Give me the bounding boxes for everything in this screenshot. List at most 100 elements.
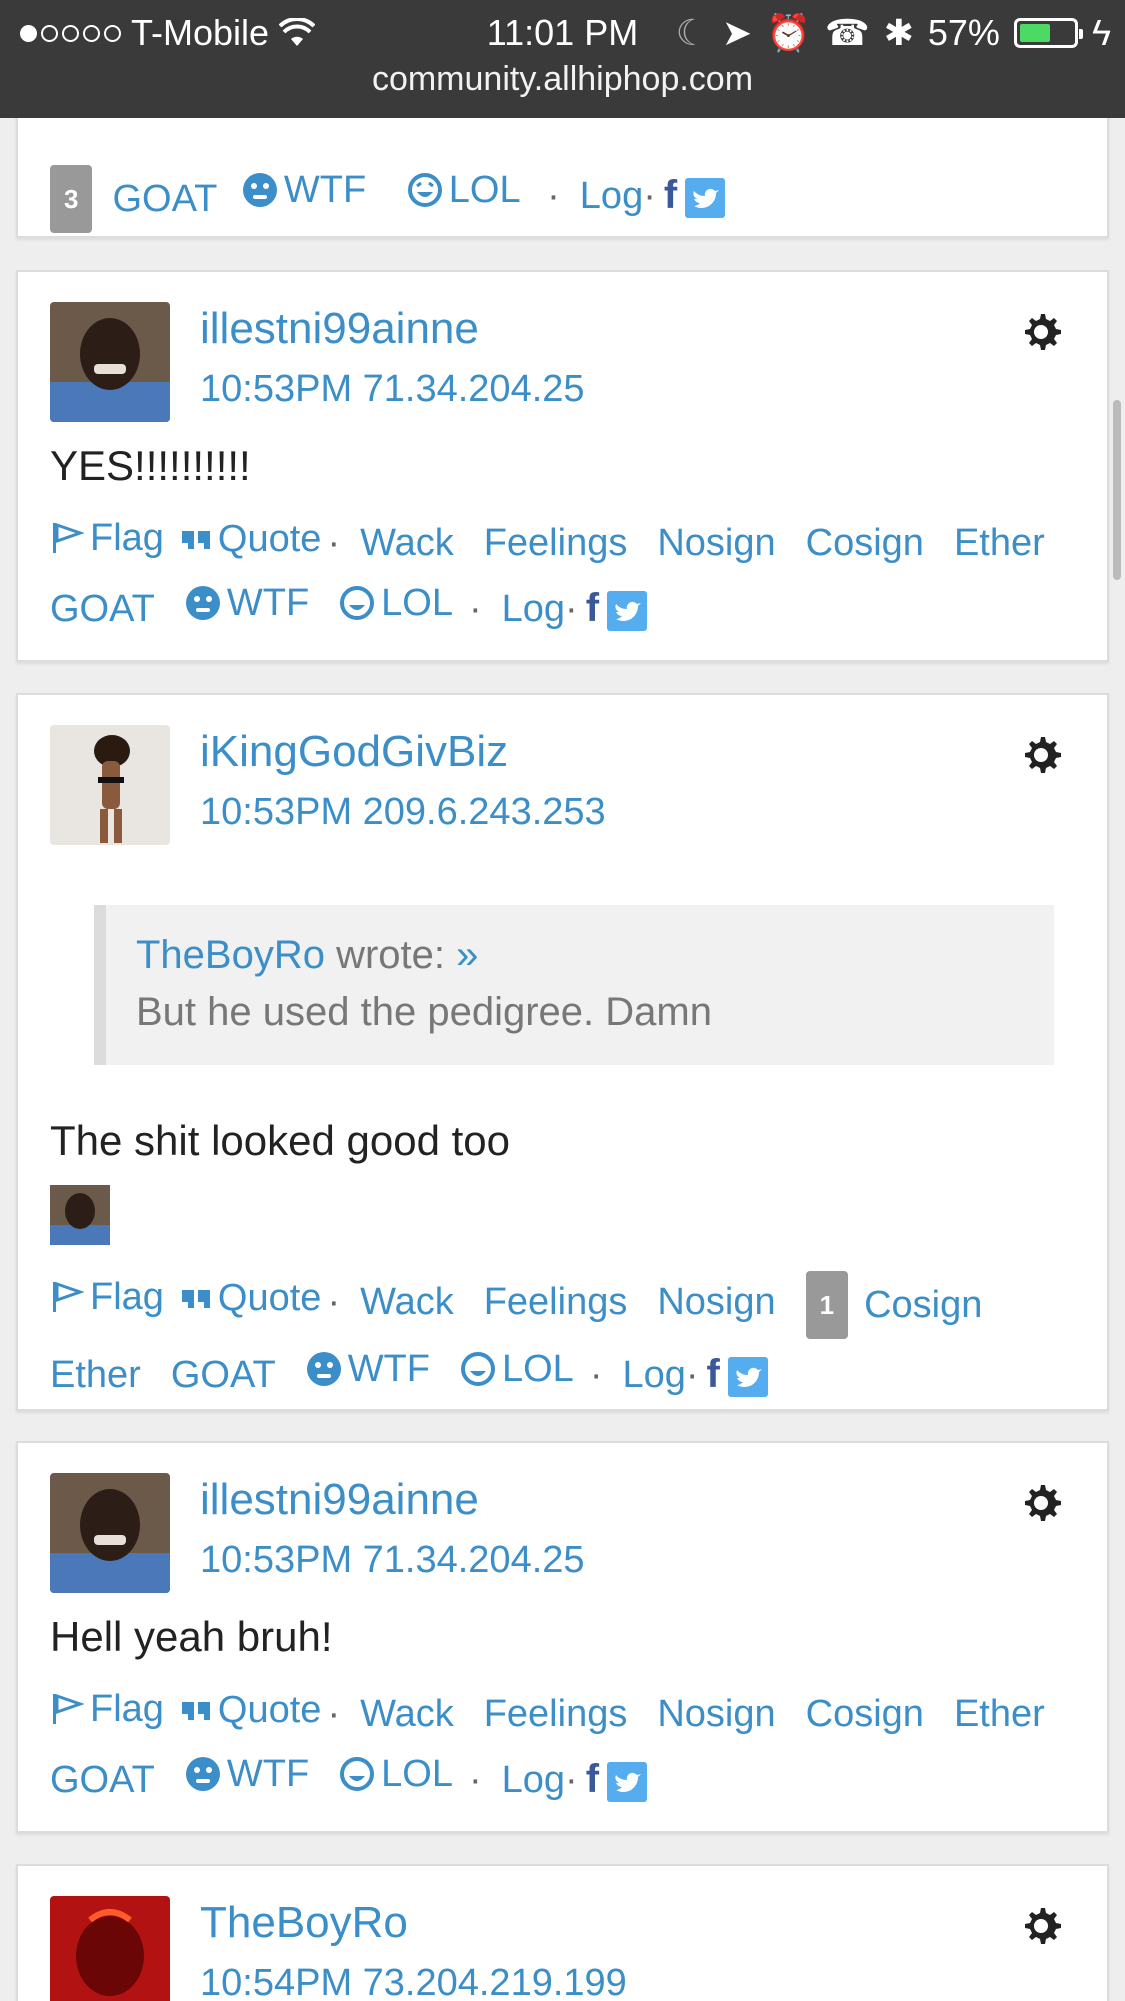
log-link[interactable]: Log [502, 579, 565, 639]
post-body: YES!!!!!!!!!! [50, 442, 251, 489]
wack-button[interactable]: Wack [360, 1684, 454, 1744]
post-meta: 10:53PM 71.34.204.25 [200, 368, 585, 410]
scrollbar[interactable] [1113, 400, 1121, 580]
alarm-icon: ⏰ [766, 12, 811, 53]
nosign-button[interactable]: Nosign [657, 1272, 775, 1332]
wack-button[interactable]: Wack [360, 513, 454, 573]
wtf-icon [185, 586, 220, 620]
log-link[interactable]: Log [580, 166, 643, 226]
post-card: illestni99ainne 10:53PM 71.34.204.25 YES… [16, 270, 1109, 662]
avatar[interactable] [50, 302, 170, 422]
quote-block: TheBoyRo wrote: » But he used the pedigr… [94, 905, 1054, 1065]
gear-icon[interactable] [1019, 1904, 1063, 1948]
quote-icon [181, 1702, 210, 1720]
flag-button[interactable]: Flag [90, 1267, 164, 1327]
post-body: The shit looked good too [50, 1117, 510, 1164]
tty-icon: ☎ [824, 12, 870, 53]
location-arrow-icon: ➤ [721, 12, 753, 53]
quote-button[interactable]: Quote [218, 509, 322, 569]
post-username[interactable]: illestni99ainne [200, 1475, 479, 1525]
wtf-button[interactable]: WTF [284, 160, 366, 220]
post-username[interactable]: illestni99ainne [200, 304, 479, 354]
post-meta: 10:54PM 73.204.219.199 [200, 1962, 627, 2001]
avatar[interactable] [50, 1473, 170, 1593]
moon-icon: ☾ [675, 12, 708, 53]
post-username[interactable]: iKingGodGivBiz [200, 727, 508, 777]
battery-percent: 57% [927, 12, 1000, 53]
cosign-count-badge: 1 [805, 1271, 849, 1339]
gear-icon[interactable] [1019, 733, 1063, 777]
goat-button[interactable]: GOAT [112, 169, 217, 229]
quote-header: TheBoyRo wrote: » [136, 933, 479, 977]
post-card: TheBoyRo 10:54PM 73.204.219.199 [16, 1864, 1109, 2001]
flag-button[interactable]: Flag [90, 508, 164, 568]
gear-icon[interactable] [1019, 310, 1063, 354]
gear-icon[interactable] [1019, 1481, 1063, 1525]
quote-button[interactable]: Quote [218, 1680, 322, 1740]
facebook-share-icon[interactable]: f [664, 173, 677, 217]
goat-button[interactable]: GOAT [50, 579, 155, 639]
goat-count-badge: 3 [50, 165, 93, 233]
cosign-button[interactable]: Cosign [864, 1275, 982, 1335]
lol-button[interactable]: LOL [381, 1744, 453, 1804]
post-actions: Flag Quote · Wack Feelings Nosign Cosign Ether … [50, 508, 1089, 639]
avatar[interactable] [50, 1896, 170, 2001]
twitter-share-icon[interactable] [607, 590, 648, 631]
lol-icon [460, 1352, 495, 1386]
address-bar[interactable]: community.allhiphop.com [0, 60, 1125, 99]
lol-icon [340, 1757, 375, 1791]
cosign-button[interactable]: Cosign [806, 513, 924, 573]
quote-jump-link[interactable]: » [456, 933, 478, 977]
goat-button[interactable]: GOAT [171, 1345, 276, 1405]
avatar[interactable] [50, 725, 170, 845]
wtf-button[interactable]: WTF [227, 573, 309, 633]
post-actions: 3 GOAT WTF LOL · Log · f [50, 160, 1089, 233]
charging-icon: ϟ [1091, 12, 1111, 53]
log-link[interactable]: Log [502, 1750, 565, 1810]
nosign-button[interactable]: Nosign [657, 513, 775, 573]
status-icons: ☾ ➤ ⏰ ☎ ✱ 57% ϟ [676, 12, 1111, 54]
wack-button[interactable]: Wack [360, 1272, 454, 1332]
embedded-image[interactable] [50, 1185, 110, 1245]
post-meta: 10:53PM 71.34.204.25 [200, 1539, 585, 1581]
cosign-button[interactable]: Cosign [806, 1684, 924, 1744]
ether-button[interactable]: Ether [50, 1345, 141, 1405]
feelings-button[interactable]: Feelings [484, 1272, 628, 1332]
flag-button[interactable]: Flag [90, 1679, 164, 1739]
post-card: illestni99ainne 10:53PM 71.34.204.25 Hel… [16, 1441, 1109, 1833]
lol-icon [340, 586, 375, 620]
quote-text: But he used the pedigree. Damn [136, 990, 712, 1034]
ether-button[interactable]: Ether [954, 513, 1045, 573]
battery-icon [1013, 18, 1083, 48]
wtf-icon [306, 1352, 341, 1386]
facebook-share-icon[interactable]: f [707, 1352, 720, 1396]
flag-icon [53, 522, 84, 553]
flag-icon [53, 1281, 84, 1312]
quote-button[interactable]: Quote [218, 1268, 322, 1328]
wtf-button[interactable]: WTF [227, 1744, 309, 1804]
goat-button[interactable]: GOAT [50, 1750, 155, 1810]
wtf-icon [242, 173, 277, 207]
post-body: Hell yeah bruh! [50, 1613, 333, 1660]
quote-icon [181, 531, 210, 549]
log-link[interactable]: Log [622, 1345, 685, 1405]
post-username[interactable]: TheBoyRo [200, 1898, 408, 1948]
feelings-button[interactable]: Feelings [484, 1684, 628, 1744]
twitter-share-icon[interactable] [727, 1356, 768, 1397]
lol-button[interactable]: LOL [502, 1339, 574, 1399]
post-actions: Flag Quote · Wack Feelings Nosign 1 Cosign Ethe… [50, 1267, 1089, 1405]
feelings-button[interactable]: Feelings [484, 513, 628, 573]
flag-icon [53, 1693, 84, 1724]
twitter-share-icon[interactable] [685, 177, 726, 218]
nosign-button[interactable]: Nosign [657, 1684, 775, 1744]
lol-button[interactable]: LOL [449, 160, 521, 220]
facebook-share-icon[interactable]: f [586, 1757, 599, 1801]
wtf-button[interactable]: WTF [348, 1339, 430, 1399]
twitter-share-icon[interactable] [607, 1761, 648, 1802]
quote-author-link[interactable]: TheBoyRo [136, 933, 325, 977]
post-card: iKingGodGivBiz 10:53PM 209.6.243.253 The… [16, 693, 1109, 1411]
facebook-share-icon[interactable]: f [586, 586, 599, 630]
ether-button[interactable]: Ether [954, 1684, 1045, 1744]
post-meta: 10:53PM 209.6.243.253 [200, 791, 606, 833]
lol-button[interactable]: LOL [381, 573, 453, 633]
